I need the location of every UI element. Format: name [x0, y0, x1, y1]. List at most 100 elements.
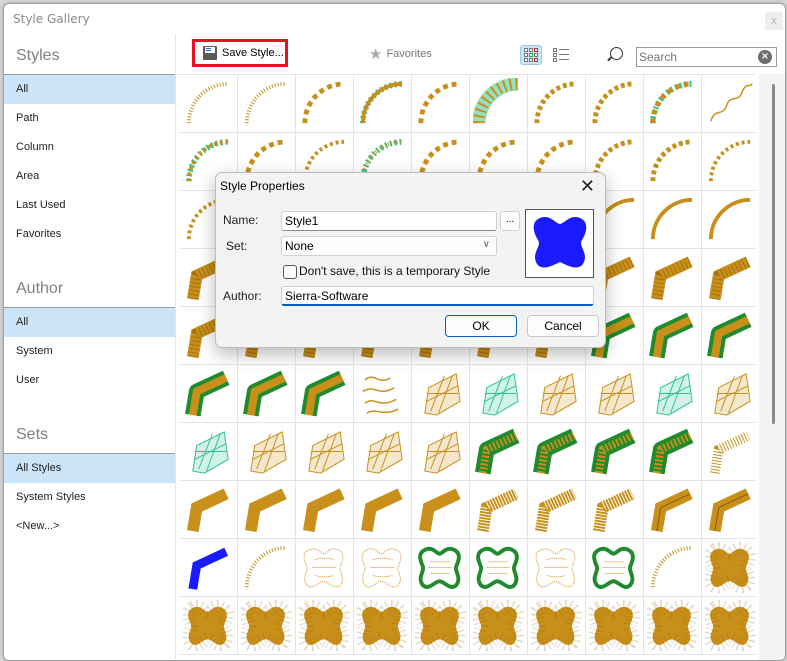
list-view-button[interactable] [553, 46, 571, 64]
sidebar-item-user[interactable]: User [4, 366, 175, 395]
style-thumbnail[interactable] [354, 423, 412, 481]
style-thumbnail[interactable] [644, 307, 702, 365]
style-thumbnail[interactable] [412, 423, 470, 481]
style-thumbnail[interactable] [644, 423, 702, 481]
style-thumbnail[interactable] [238, 75, 296, 133]
temporary-style-checkbox[interactable] [283, 265, 297, 279]
style-thumbnail[interactable] [528, 365, 586, 423]
style-thumbnail[interactable] [586, 75, 644, 133]
clear-search-icon[interactable]: × [758, 50, 772, 64]
save-style-button[interactable]: Save Style... [192, 39, 288, 67]
vertical-scrollbar[interactable] [759, 74, 785, 660]
style-thumbnail[interactable] [180, 423, 238, 481]
style-thumbnail[interactable] [702, 365, 756, 423]
style-thumbnail[interactable] [644, 481, 702, 539]
style-thumbnail[interactable] [528, 481, 586, 539]
style-thumbnail[interactable] [528, 539, 586, 597]
scrollbar-thumb[interactable] [772, 84, 775, 424]
style-thumbnail[interactable] [296, 539, 354, 597]
style-thumbnail[interactable] [412, 75, 470, 133]
style-thumbnail[interactable] [644, 249, 702, 307]
style-thumbnail[interactable] [644, 539, 702, 597]
style-thumbnail[interactable] [702, 191, 756, 249]
style-thumbnail[interactable] [586, 423, 644, 481]
sidebar-item-styles-all[interactable]: All [4, 75, 175, 104]
style-thumbnail[interactable] [412, 481, 470, 539]
style-thumbnail[interactable] [296, 423, 354, 481]
style-thumbnail[interactable] [702, 423, 756, 481]
style-thumbnail[interactable] [702, 481, 756, 539]
cancel-button[interactable]: Cancel [527, 315, 599, 337]
name-field[interactable]: Style1 [281, 211, 497, 231]
sidebar-item-favorites[interactable]: Favorites [4, 220, 175, 249]
style-thumbnail[interactable] [296, 75, 354, 133]
style-thumbnail[interactable] [644, 133, 702, 191]
style-thumbnail[interactable] [528, 597, 586, 655]
sidebar-item-author-all[interactable]: All [4, 308, 175, 337]
style-thumbnail[interactable] [644, 365, 702, 423]
style-thumbnail[interactable] [470, 539, 528, 597]
style-thumbnail[interactable] [354, 597, 412, 655]
style-thumbnail[interactable] [470, 423, 528, 481]
sidebar-item-path[interactable]: Path [4, 104, 175, 133]
style-thumbnail[interactable] [238, 597, 296, 655]
style-thumbnail[interactable] [412, 539, 470, 597]
style-thumbnail[interactable] [180, 539, 238, 597]
sidebar-item-system[interactable]: System [4, 337, 175, 366]
style-thumbnail[interactable] [238, 423, 296, 481]
style-thumbnail[interactable] [702, 307, 756, 365]
sidebar-item-column[interactable]: Column [4, 133, 175, 162]
style-thumbnail[interactable] [470, 597, 528, 655]
style-thumbnail[interactable] [644, 75, 702, 133]
style-thumbnail[interactable] [644, 191, 702, 249]
style-thumbnail[interactable] [354, 365, 412, 423]
style-thumbnail[interactable] [180, 75, 238, 133]
style-thumbnail[interactable] [180, 481, 238, 539]
style-thumbnail[interactable] [702, 75, 756, 133]
style-thumbnail[interactable] [238, 481, 296, 539]
style-thumbnail[interactable] [180, 365, 238, 423]
style-thumbnail[interactable] [528, 75, 586, 133]
style-thumbnail[interactable] [238, 365, 296, 423]
style-thumbnail[interactable] [412, 597, 470, 655]
style-thumbnail[interactable] [528, 423, 586, 481]
style-thumbnail[interactable] [238, 539, 296, 597]
author-field[interactable]: Sierra-Software [281, 286, 594, 306]
style-thumbnail[interactable] [586, 365, 644, 423]
style-thumbnail[interactable] [412, 365, 470, 423]
window-close-button[interactable]: x [765, 12, 783, 30]
style-thumbnail[interactable] [586, 481, 644, 539]
style-thumbnail[interactable] [296, 481, 354, 539]
style-thumbnail[interactable] [354, 75, 412, 133]
sidebar-item-area[interactable]: Area [4, 162, 175, 191]
temporary-style-label[interactable]: Don't save, this is a temporary Style [299, 264, 490, 278]
style-thumbnail[interactable] [586, 597, 644, 655]
sidebar-item-system-styles[interactable]: System Styles [4, 483, 175, 512]
sidebar-item-new-set[interactable]: <New...> [4, 512, 175, 541]
style-thumbnail[interactable] [354, 481, 412, 539]
style-thumbnail[interactable] [470, 481, 528, 539]
style-thumbnail[interactable] [296, 597, 354, 655]
search-field[interactable]: × [636, 47, 777, 67]
style-thumbnail[interactable] [180, 597, 238, 655]
dialog-close-button[interactable]: ✕ [580, 175, 595, 197]
browse-button[interactable]: ... [500, 211, 520, 231]
set-dropdown[interactable]: None ∨ [281, 236, 497, 256]
style-thumbnail[interactable] [296, 365, 354, 423]
style-thumbnail[interactable] [702, 597, 756, 655]
search-input[interactable] [637, 48, 749, 66]
grid-view-button[interactable] [520, 45, 542, 65]
favorites-button[interactable]: ★ Favorites [369, 45, 432, 63]
style-thumbnail[interactable] [702, 133, 756, 191]
sidebar-item-last-used[interactable]: Last Used [4, 191, 175, 220]
style-thumbnail[interactable] [586, 539, 644, 597]
style-thumbnail[interactable] [354, 539, 412, 597]
star-icon: ★ [369, 46, 383, 63]
style-thumbnail[interactable] [702, 249, 756, 307]
style-thumbnail[interactable] [470, 75, 528, 133]
ok-button[interactable]: OK [445, 315, 517, 337]
style-thumbnail[interactable] [644, 597, 702, 655]
style-thumbnail[interactable] [470, 365, 528, 423]
style-thumbnail[interactable] [702, 539, 756, 597]
sidebar-item-all-styles[interactable]: All Styles [4, 454, 175, 483]
